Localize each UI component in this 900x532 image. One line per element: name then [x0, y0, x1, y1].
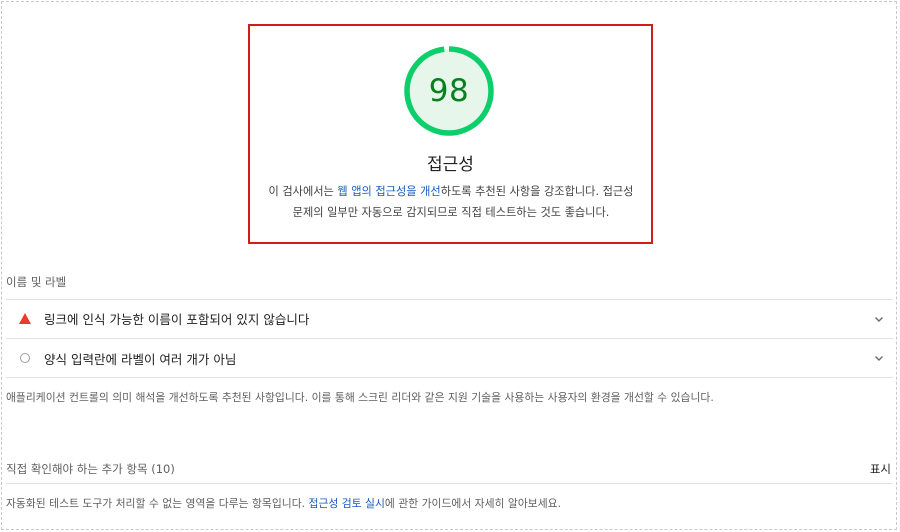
- audit-title: 양식 입력란에 라벨이 여러 개가 아님: [44, 351, 237, 367]
- audit-group-description: 애플리케이션 컨트롤의 의미 해석을 개선하도록 추천된 사항입니다. 이를 통…: [6, 391, 714, 404]
- manual-desc-prefix: 자동화된 테스트 도구가 처리할 수 없는 영역을 다루는 항목입니다.: [6, 497, 309, 510]
- manual-desc-suffix: 에 관한 가이드에서 자세히 알아보세요.: [384, 497, 562, 510]
- fail-triangle-icon: [6, 313, 44, 324]
- category-description: 이 검사에서는 웹 앱의 접근성을 개선하도록 추천된 사항을 강조합니다. 접…: [262, 181, 640, 223]
- accessibility-review-link[interactable]: 접근성 검토 실시: [309, 497, 385, 510]
- manual-audits-title: 직접 확인해야 하는 추가 항목 (10): [6, 461, 175, 476]
- manual-audits-description: 자동화된 테스트 도구가 처리할 수 없는 영역을 다루는 항목입니다. 접근성…: [6, 495, 561, 511]
- chevron-down-icon[interactable]: [865, 352, 893, 364]
- score-value: 98: [428, 73, 470, 109]
- audit-title: 링크에 인식 가능한 이름이 포함되어 있지 않습니다: [44, 312, 310, 327]
- improve-accessibility-link[interactable]: 웹 앱의 접근성을 개선: [337, 185, 440, 198]
- description-prefix: 이 검사에서는: [268, 185, 338, 198]
- manual-audits-header: 직접 확인해야 하는 추가 항목 (10) 표시: [6, 454, 893, 484]
- neutral-circle-icon: [6, 353, 44, 363]
- audit-row-link-name[interactable]: 링크에 인식 가능한 이름이 포함되어 있지 않습니다: [6, 299, 893, 337]
- chevron-down-icon[interactable]: [865, 313, 893, 325]
- category-title: 접근성: [427, 155, 474, 175]
- audit-group-label: 이름 및 라벨: [6, 275, 67, 289]
- show-manual-audits-toggle[interactable]: 표시: [870, 461, 893, 477]
- audit-row-label-multiple[interactable]: 양식 입력란에 라벨이 여러 개가 아님: [6, 338, 893, 378]
